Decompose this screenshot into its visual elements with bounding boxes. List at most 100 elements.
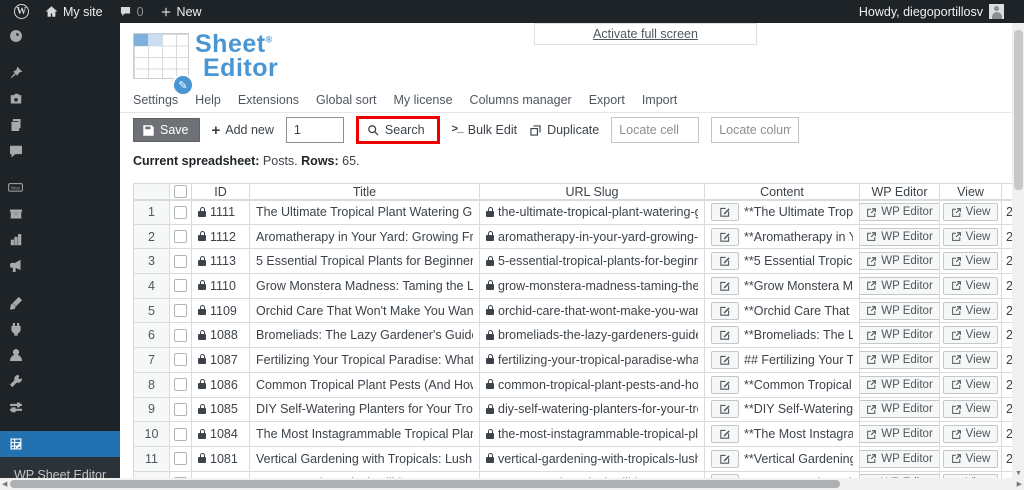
view-button[interactable]: View [942, 203, 999, 222]
wp-editor-button[interactable]: WP Editor [860, 326, 939, 345]
date-cell[interactable]: 20 [1002, 249, 1012, 275]
tab-export[interactable]: Export [589, 93, 625, 107]
select-all-header[interactable] [170, 183, 192, 200]
sidebar-item-wp-sheet-editor[interactable] [0, 431, 120, 457]
row-checkbox[interactable] [174, 402, 187, 416]
slug-cell[interactable]: 5-essential-tropical-plants-for-beginner… [480, 249, 705, 275]
wordpress-menu[interactable]: W [6, 0, 37, 23]
wp-editor-button[interactable]: WP Editor [860, 449, 939, 468]
row-checkbox[interactable] [174, 378, 187, 392]
scroll-down-arrow-icon[interactable]: ▼ [1015, 470, 1022, 477]
slug-cell[interactable]: fertilizing-your-tropical-paradise-what-… [480, 348, 705, 373]
edit-content-button[interactable] [711, 350, 739, 369]
edit-content-button[interactable] [711, 227, 739, 246]
date-cell[interactable]: 20 [1002, 200, 1012, 225]
sidebar-item-posts[interactable] [0, 60, 120, 86]
edit-content-button[interactable] [711, 276, 739, 295]
date-cell[interactable]: 20 [1002, 323, 1012, 349]
slug-cell[interactable]: orchid-care-that-wont-make-you-want-to-.… [480, 298, 705, 324]
submenu-item-wp-sheet-editor[interactable]: WP Sheet Editor [0, 463, 120, 478]
content-column-header[interactable]: Content [705, 183, 860, 200]
date-column-header[interactable] [1002, 183, 1012, 200]
sidebar-item-pages[interactable] [0, 112, 120, 138]
title-cell[interactable]: Bromeliads: The Lazy Gardener's Guide to… [250, 323, 480, 349]
row-checkbox[interactable] [174, 353, 187, 367]
view-column-header[interactable]: View [940, 183, 1002, 200]
save-button[interactable]: Save [133, 118, 200, 142]
view-button[interactable]: View [942, 252, 999, 271]
slug-cell[interactable]: diy-self-watering-planters-for-your-trop… [480, 397, 705, 423]
title-cell[interactable]: Vertical Gardening with Tropicals: Lush … [250, 446, 480, 472]
title-cell[interactable]: The Most Instagrammable Tropical Plants [250, 422, 480, 447]
row-checkbox[interactable] [174, 304, 187, 318]
edit-content-button[interactable] [711, 449, 739, 468]
title-cell[interactable]: Orchid Care That Won't Make You Want to … [250, 298, 480, 324]
tab-global-sort[interactable]: Global sort [316, 93, 376, 107]
scroll-right-arrow-icon[interactable]: ▶ [1017, 481, 1022, 488]
wp-editor-button[interactable]: WP Editor [860, 400, 939, 419]
bulk-edit-button[interactable]: >_ Bulk Edit [452, 123, 518, 137]
date-cell[interactable]: 20 [1002, 422, 1012, 447]
add-count-input[interactable] [285, 117, 344, 143]
sidebar-item-tools[interactable] [0, 368, 120, 394]
title-column-header[interactable]: Title [250, 183, 480, 200]
edit-content-button[interactable] [711, 400, 739, 419]
title-cell[interactable]: The Ultimate Tropical Plant Watering Gui… [250, 200, 480, 225]
id-column-header[interactable]: ID [192, 183, 250, 200]
tab-help[interactable]: Help [195, 93, 221, 107]
wp-editor-button[interactable]: WP Editor [860, 375, 939, 394]
view-button[interactable]: View [942, 400, 999, 419]
slug-cell[interactable]: vertical-gardening-with-tropicals-lush-w… [480, 446, 705, 472]
view-button[interactable]: View [942, 326, 999, 345]
duplicate-button[interactable]: Duplicate [529, 123, 599, 137]
wp-editor-column-header[interactable]: WP Editor [860, 183, 940, 200]
row-checkbox[interactable] [174, 230, 187, 244]
user-avatar[interactable] [989, 4, 1004, 19]
sidebar-item-media[interactable] [0, 86, 120, 112]
title-cell[interactable]: Fertilizing Your Tropical Paradise: What… [250, 348, 480, 373]
edit-content-button[interactable] [711, 301, 739, 320]
tab-columns-manager[interactable]: Columns manager [470, 93, 572, 107]
edit-content-button[interactable] [711, 252, 739, 271]
my-site-link[interactable]: My site [37, 0, 111, 23]
horizontal-scrollbar-thumb[interactable] [10, 480, 840, 488]
wp-editor-button[interactable]: WP Editor [860, 425, 939, 444]
view-button[interactable]: View [942, 350, 999, 369]
view-button[interactable]: View [942, 375, 999, 394]
tab-import[interactable]: Import [642, 93, 677, 107]
locate-column-input[interactable] [711, 117, 800, 143]
comments-shortcut[interactable]: 0 [111, 0, 152, 23]
wp-editor-button[interactable]: WP Editor [860, 350, 939, 369]
sidebar-item-comments[interactable] [0, 138, 120, 164]
slug-cell[interactable]: bromeliads-the-lazy-gardeners-guide-to-e… [480, 323, 705, 349]
wp-editor-button[interactable]: WP Editor [860, 203, 939, 222]
select-all-checkbox[interactable] [174, 185, 187, 198]
slug-column-header[interactable]: URL Slug [480, 183, 705, 200]
search-button[interactable]: Search [367, 123, 425, 137]
row-checkbox[interactable] [174, 254, 187, 268]
slug-cell[interactable]: the-ultimate-tropical-plant-watering-gui… [480, 200, 705, 225]
view-button[interactable]: View [942, 276, 999, 295]
date-cell[interactable]: 20 [1002, 397, 1012, 423]
title-cell[interactable]: Grow Monstera Madness: Taming the Lush B… [250, 274, 480, 299]
row-checkbox[interactable] [174, 452, 187, 466]
row-checkbox[interactable] [174, 328, 187, 342]
wp-editor-button[interactable]: WP Editor [860, 227, 939, 246]
date-cell[interactable]: 20 [1002, 274, 1012, 299]
edit-content-button[interactable] [711, 326, 739, 345]
sidebar-item-users[interactable] [0, 342, 120, 368]
date-cell[interactable]: 20 [1002, 298, 1012, 324]
wp-editor-button[interactable]: WP Editor [860, 301, 939, 320]
edit-content-button[interactable] [711, 375, 739, 394]
new-content-menu[interactable]: New [152, 0, 210, 23]
sidebar-item-dashboard[interactable] [0, 23, 120, 49]
sidebar-item-appearance[interactable] [0, 290, 120, 316]
tab-my-license[interactable]: My license [394, 93, 453, 107]
title-cell[interactable]: 5 Essential Tropical Plants for Beginner… [250, 249, 480, 275]
add-new-button[interactable]: + Add new [212, 122, 274, 139]
sidebar-item-products[interactable] [0, 201, 120, 227]
sidebar-item-analytics[interactable] [0, 227, 120, 253]
view-button[interactable]: View [942, 227, 999, 246]
date-cell[interactable]: 20 [1002, 372, 1012, 398]
row-checkbox[interactable] [174, 279, 187, 293]
